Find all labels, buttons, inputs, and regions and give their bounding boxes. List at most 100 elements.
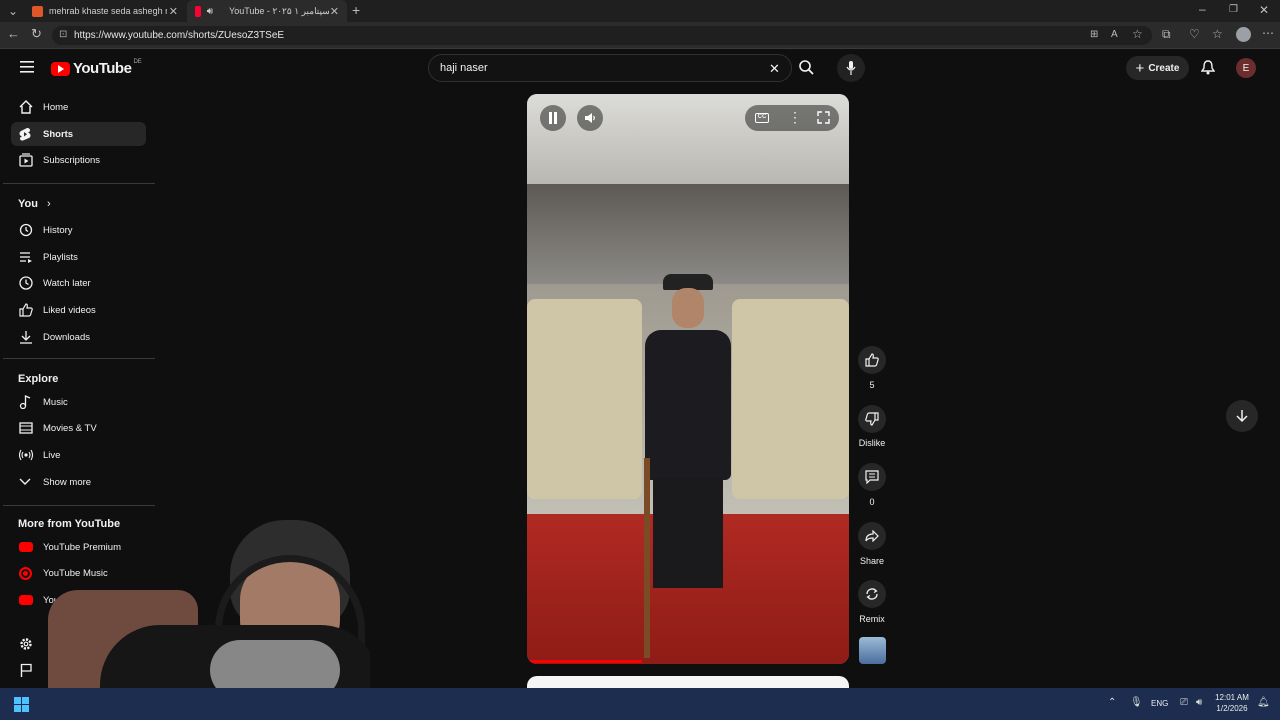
settings-gear-icon[interactable] <box>19 637 33 651</box>
windows-start-icon[interactable] <box>14 697 29 712</box>
dislike-button[interactable] <box>858 405 886 433</box>
history-icon <box>11 223 43 237</box>
sidebar-item-subscriptions[interactable]: Subscriptions <box>11 148 146 172</box>
browser-essentials-icon[interactable]: ♡ <box>1189 28 1200 40</box>
voice-search-button[interactable] <box>837 54 865 82</box>
remix-label: Remix <box>859 614 885 624</box>
sidebar-item-movies-tv[interactable]: Movies & TV <box>11 416 146 440</box>
read-aloud-icon[interactable]: A <box>1111 29 1118 41</box>
more-menu-icon[interactable]: ⋯ <box>1262 27 1274 39</box>
youtube-logo[interactable]: YouTube DE <box>51 59 142 77</box>
new-tab-icon[interactable]: + <box>352 3 360 17</box>
subscriptions-icon <box>11 153 43 167</box>
video-person-head <box>672 288 704 328</box>
avatar-letter: E <box>1242 62 1250 74</box>
thumb-up-icon <box>865 353 879 367</box>
browser-tab-2-active[interactable]: 🔊︎ YouTube - ۲۰۲۵ سپتامبر ۱ ✕ <box>187 0 347 22</box>
sidebar-item-label: Subscriptions <box>43 154 101 166</box>
sidebar-item-shorts[interactable]: Shorts <box>11 122 146 146</box>
notification-bell-icon[interactable]: 🔔︎ <box>1257 697 1270 708</box>
you-section-title[interactable]: You › <box>18 198 51 210</box>
extensions-icon[interactable]: ⧉ <box>1162 28 1171 40</box>
network-icon[interactable]: ⎚ <box>1180 697 1188 708</box>
like-button[interactable] <box>858 346 886 374</box>
account-avatar[interactable]: E <box>1236 58 1256 78</box>
favorite-star-icon[interactable]: ☆ <box>1132 28 1143 40</box>
minimize-icon[interactable]: – <box>1199 3 1206 15</box>
mute-button[interactable] <box>577 105 603 131</box>
url-input[interactable]: ⊡ https://www.youtube.com/shorts/ZUesoZ3… <box>52 26 1152 45</box>
app-available-icon[interactable]: ⊞ <box>1090 29 1098 41</box>
sidebar-item-label: Playlists <box>43 251 78 263</box>
pause-icon <box>549 112 557 124</box>
search-icon[interactable] <box>799 60 814 75</box>
shorts-icon <box>11 127 43 142</box>
sidebar-item-label: Liked videos <box>43 304 96 316</box>
next-short-preview <box>527 676 849 688</box>
sidebar-item-label: History <box>43 224 73 236</box>
video-progress-bar[interactable] <box>527 660 642 663</box>
hamburger-menu-icon[interactable] <box>20 61 34 73</box>
fullscreen-icon[interactable] <box>817 111 830 124</box>
share-button[interactable] <box>858 522 886 550</box>
video-cane <box>644 458 650 658</box>
tray-chevron-up-icon[interactable]: ⌃ <box>1108 697 1116 708</box>
back-icon[interactable]: ← <box>7 27 20 40</box>
youtube-kids-icon <box>11 595 43 605</box>
playlists-icon <box>11 251 43 263</box>
next-short-button[interactable] <box>1226 400 1258 432</box>
sidebar-item-liked-videos[interactable]: Liked videos <box>11 298 146 322</box>
chevron-down-icon <box>11 478 43 486</box>
sidebar-item-watch-later[interactable]: Watch later <box>11 271 146 295</box>
url-text: https://www.youtube.com/shorts/ZUesoZ3TS… <box>74 30 285 41</box>
sidebar-item-home[interactable]: Home <box>11 95 146 119</box>
browser-tab-bar: ⌄ mehrab khaste seda ashegh resu ✕ 🔊︎ Yo… <box>0 0 1280 22</box>
arrow-down-icon <box>1236 410 1248 423</box>
tab-menu-chevron-icon[interactable]: ⌄ <box>8 5 18 17</box>
sidebar-item-show-more[interactable]: Show more <box>11 470 146 494</box>
player-controls-pill: CC ⋮ <box>745 105 839 131</box>
sidebar-item-live[interactable]: Live <box>11 443 146 467</box>
volume-icon <box>585 113 595 123</box>
movies-icon <box>11 422 43 434</box>
clear-search-icon[interactable]: ✕ <box>769 61 780 77</box>
comment-icon <box>865 470 879 484</box>
sidebar-item-playlists[interactable]: Playlists <box>11 245 146 269</box>
create-button[interactable]: + Create <box>1126 56 1189 80</box>
shorts-video-player[interactable]: CC ⋮ <box>527 94 849 664</box>
tray-mic-icon[interactable]: 🎙︎ <box>1130 697 1143 708</box>
sidebar-item-downloads[interactable]: Downloads <box>11 325 146 349</box>
remix-button[interactable] <box>858 580 886 608</box>
close-window-icon[interactable]: ✕ <box>1259 4 1269 16</box>
input-language[interactable]: ENG <box>1151 699 1168 708</box>
video-car-right <box>732 299 849 499</box>
search-value: haji naser <box>440 62 488 74</box>
browser-tab-1[interactable]: mehrab khaste seda ashegh resu ✕ <box>24 0 186 22</box>
search-input[interactable]: haji naser ✕ <box>428 54 792 82</box>
clock-date: 1/2/2026 <box>1216 704 1248 713</box>
more-options-icon[interactable]: ⋮ <box>788 110 802 124</box>
sound-thumbnail[interactable] <box>859 637 886 664</box>
close-tab-icon[interactable]: ✕ <box>169 5 178 18</box>
restore-icon[interactable]: ❐ <box>1229 4 1238 16</box>
share-icon <box>865 530 879 542</box>
pause-button[interactable] <box>540 105 566 131</box>
sidebar-item-history[interactable]: History <box>11 218 146 242</box>
plus-icon: + <box>1135 59 1145 77</box>
captions-icon[interactable]: CC <box>755 113 769 123</box>
clock[interactable]: 12:01 AM 1/2/2026 <box>1212 692 1252 714</box>
site-info-icon[interactable]: ⊡ <box>59 29 67 40</box>
explore-section-title: Explore <box>18 373 59 385</box>
volume-tray-icon[interactable]: 🔊︎ <box>1196 697 1202 708</box>
collections-icon[interactable]: ☆ <box>1212 28 1223 40</box>
like-count: 5 <box>869 380 875 390</box>
comments-button[interactable] <box>858 463 886 491</box>
profile-avatar-icon[interactable] <box>1236 27 1251 42</box>
report-flag-icon[interactable] <box>20 663 33 677</box>
sidebar-item-music[interactable]: Music <box>11 390 146 414</box>
close-tab-icon[interactable]: ✕ <box>330 5 339 18</box>
speaker-icon[interactable]: 🔊︎ <box>207 6 213 17</box>
refresh-icon[interactable]: ↻ <box>31 27 42 40</box>
sidebar-item-label: Live <box>43 449 61 461</box>
notifications-bell-icon[interactable] <box>1201 60 1215 75</box>
